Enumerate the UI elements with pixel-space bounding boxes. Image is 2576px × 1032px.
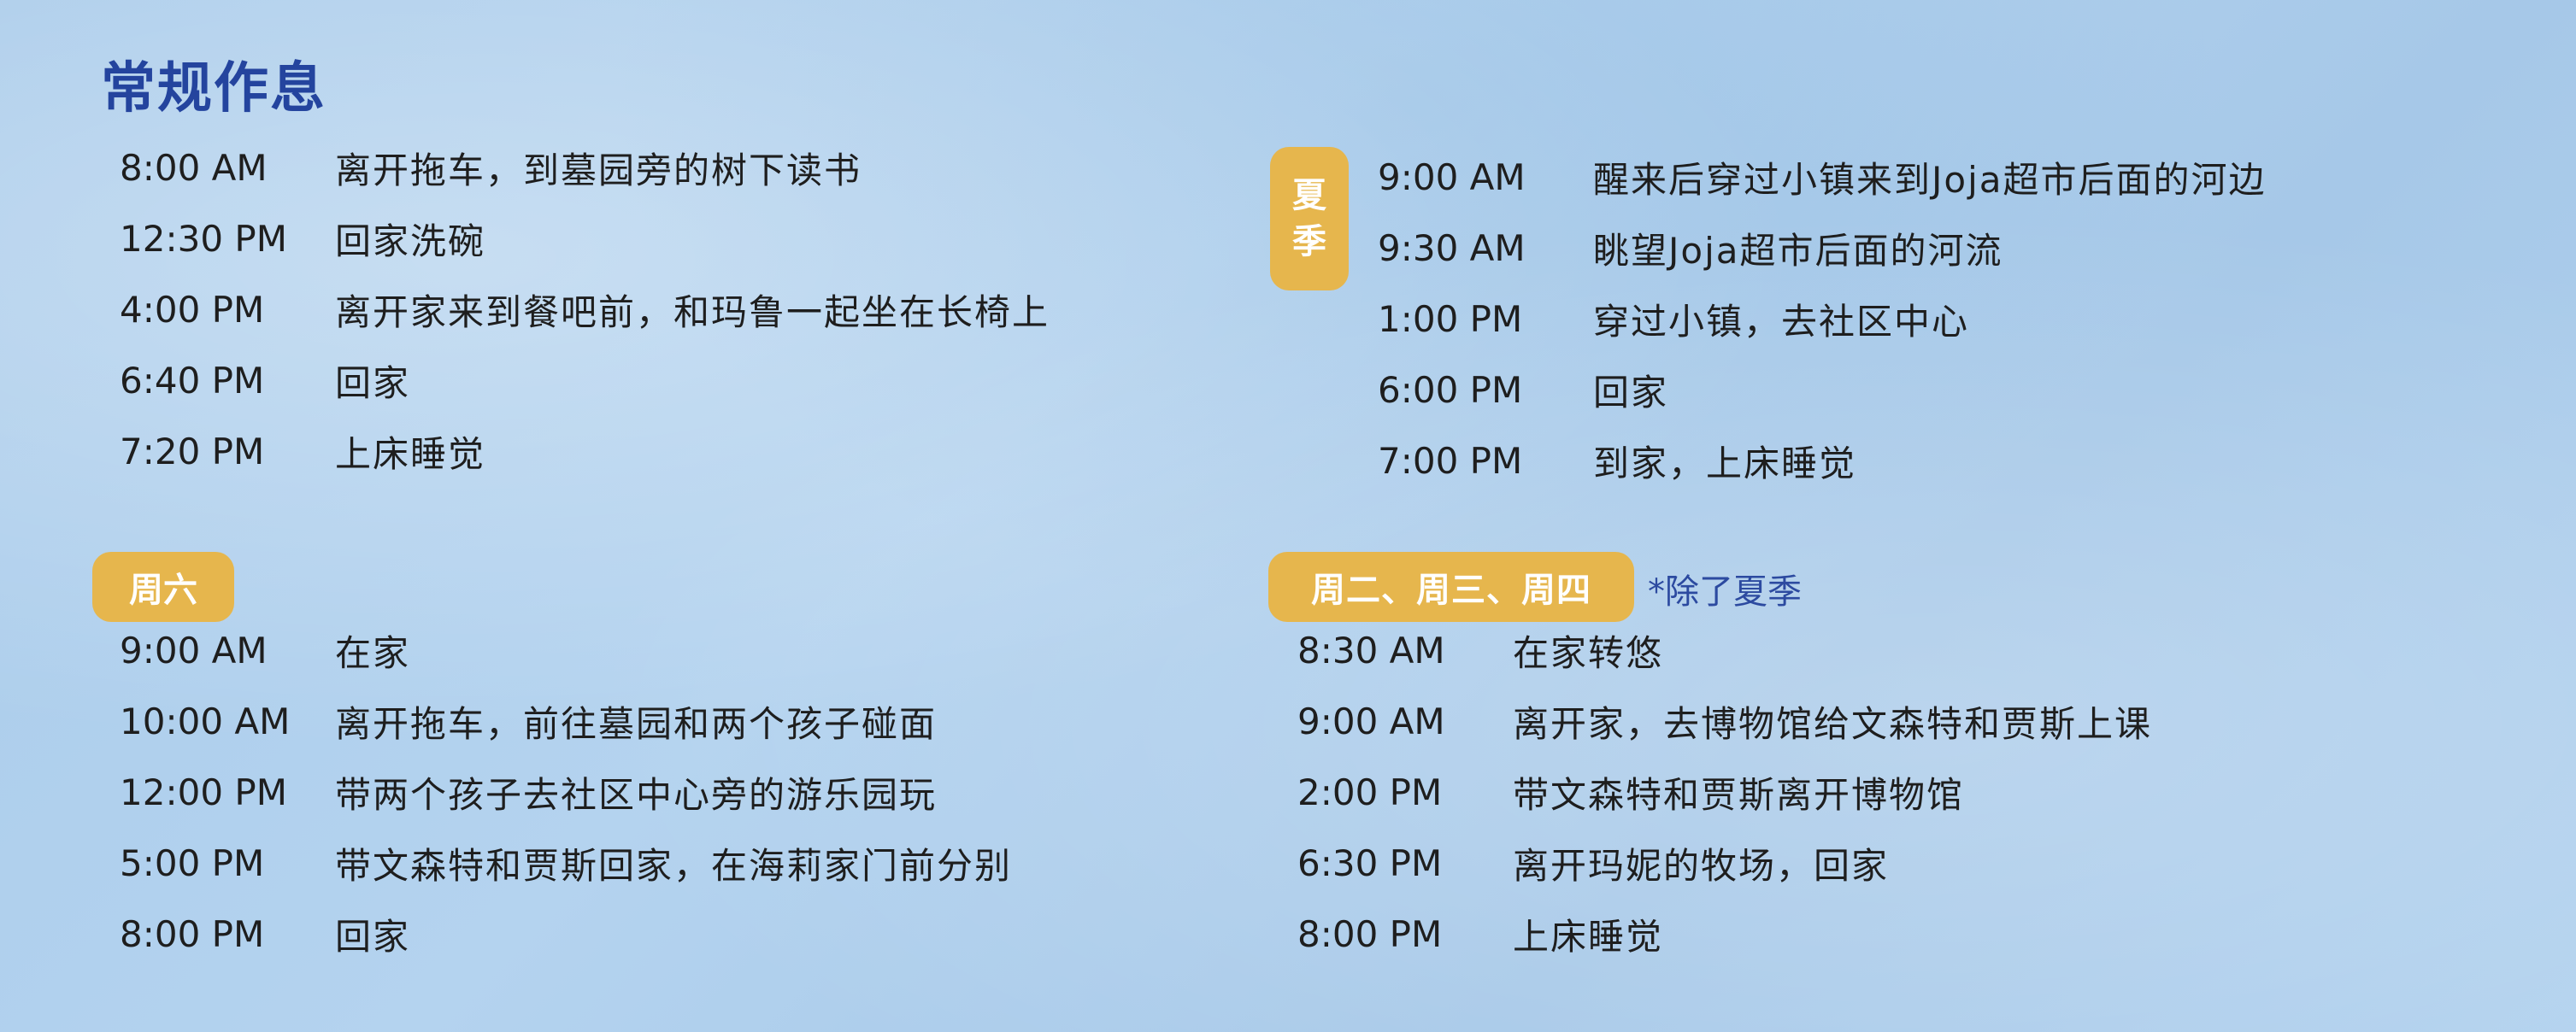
schedule-time: 6:40 PM xyxy=(120,360,265,402)
summer-schedule: 9:00 AM 醒来后穿过小镇来到Joja超市后面的河边 9:30 AM 眺望J… xyxy=(1378,142,2267,496)
schedule-row: 9:00 AM 离开家，去博物馆给文森特和贾斯上课 xyxy=(1297,686,2152,757)
schedule-time: 9:30 AM xyxy=(1378,227,1526,269)
schedule-activity: 到家，上床睡觉 xyxy=(1593,443,1857,484)
schedule-row: 7:00 PM 到家，上床睡觉 xyxy=(1378,425,2267,496)
schedule-time: 8:00 PM xyxy=(1297,913,1443,955)
schedule-row: 2:00 PM 带文森特和贾斯离开博物馆 xyxy=(1297,757,2152,828)
schedule-row: 4:00 PM 离开家来到餐吧前，和玛鲁一起坐在长椅上 xyxy=(120,274,1050,345)
schedule-activity: 离开拖车，前往墓园和两个孩子碰面 xyxy=(335,703,938,745)
schedule-activity: 在家 xyxy=(335,632,411,674)
schedule-activity: 离开家，去博物馆给文森特和贾斯上课 xyxy=(1513,703,2153,745)
routine-schedule: 8:00 AM 离开拖车，到墓园旁的树下读书 12:30 PM 回家洗碗 4:0… xyxy=(120,132,1050,487)
schedule-activity: 上床睡觉 xyxy=(335,433,486,475)
schedule-row: 8:00 PM 上床睡觉 xyxy=(1297,899,2152,970)
summer-exception-note: *除了夏季 xyxy=(1648,572,1802,612)
schedule-time: 4:00 PM xyxy=(120,289,265,331)
saturday-schedule: 9:00 AM 在家 10:00 AM 离开拖车，前往墓园和两个孩子碰面 12:… xyxy=(120,615,1012,970)
schedule-time: 6:30 PM xyxy=(1297,842,1443,884)
schedule-row: 9:30 AM 眺望Joja超市后面的河流 xyxy=(1378,213,2267,284)
schedule-row: 12:00 PM 带两个孩子去社区中心旁的游乐园玩 xyxy=(120,757,1012,828)
schedule-row: 9:00 AM 在家 xyxy=(120,615,1012,686)
schedule-time: 7:20 PM xyxy=(120,431,265,472)
schedule-time: 12:30 PM xyxy=(120,218,287,260)
schedule-time: 8:00 AM xyxy=(120,147,268,189)
schedule-time: 9:00 AM xyxy=(120,630,268,671)
weekday-badge: 周二、周三、周四 xyxy=(1268,552,1634,622)
schedule-time: 12:00 PM xyxy=(120,771,287,813)
schedule-time: 6:00 PM xyxy=(1378,369,1523,411)
schedule-time: 9:00 AM xyxy=(1297,701,1445,742)
schedule-activity: 在家转悠 xyxy=(1513,632,1664,674)
schedule-activity: 带文森特和贾斯离开博物馆 xyxy=(1513,774,1965,816)
schedule-activity: 回家 xyxy=(335,916,411,958)
schedule-row: 12:30 PM 回家洗碗 xyxy=(120,203,1050,274)
schedule-activity: 带文森特和贾斯回家，在海莉家门前分别 xyxy=(335,845,1013,887)
weekday-schedule: 8:30 AM 在家转悠 9:00 AM 离开家，去博物馆给文森特和贾斯上课 2… xyxy=(1297,615,2152,970)
schedule-row: 6:30 PM 离开玛妮的牧场，回家 xyxy=(1297,828,2152,899)
schedule-activity: 离开玛妮的牧场，回家 xyxy=(1513,845,1890,887)
summer-badge-line2: 季 xyxy=(1292,222,1326,261)
schedule-activity: 醒来后穿过小镇来到Joja超市后面的河边 xyxy=(1593,159,2267,201)
summer-badge: 夏 季 xyxy=(1270,147,1349,290)
schedule-activity: 穿过小镇，去社区中心 xyxy=(1593,301,1970,343)
schedule-row: 9:00 AM 醒来后穿过小镇来到Joja超市后面的河边 xyxy=(1378,142,2267,213)
summer-badge-line1: 夏 xyxy=(1292,176,1326,215)
schedule-time: 8:30 AM xyxy=(1297,630,1445,671)
schedule-activity: 回家洗碗 xyxy=(335,220,486,262)
schedule-activity: 回家 xyxy=(335,362,411,404)
schedule-time: 7:00 PM xyxy=(1378,440,1523,482)
schedule-activity: 离开家来到餐吧前，和玛鲁一起坐在长椅上 xyxy=(335,291,1050,333)
schedule-row: 8:00 AM 离开拖车，到墓园旁的树下读书 xyxy=(120,132,1050,203)
schedule-row: 8:00 PM 回家 xyxy=(120,899,1012,970)
schedule-row: 6:00 PM 回家 xyxy=(1378,355,2267,425)
schedule-row: 8:30 AM 在家转悠 xyxy=(1297,615,2152,686)
schedule-activity: 离开拖车，到墓园旁的树下读书 xyxy=(335,150,862,191)
schedule-row: 5:00 PM 带文森特和贾斯回家，在海莉家门前分别 xyxy=(120,828,1012,899)
saturday-badge: 周六 xyxy=(92,552,234,622)
schedule-row: 10:00 AM 离开拖车，前往墓园和两个孩子碰面 xyxy=(120,686,1012,757)
schedule-activity: 回家 xyxy=(1593,372,1669,413)
schedule-time: 5:00 PM xyxy=(120,842,265,884)
schedule-row: 1:00 PM 穿过小镇，去社区中心 xyxy=(1378,284,2267,355)
page-title: 常规作息 xyxy=(101,57,326,120)
schedule-time: 1:00 PM xyxy=(1378,298,1523,340)
schedule-row: 7:20 PM 上床睡觉 xyxy=(120,416,1050,487)
schedule-activity: 带两个孩子去社区中心旁的游乐园玩 xyxy=(335,774,938,816)
schedule-activity: 上床睡觉 xyxy=(1513,916,1664,958)
schedule-activity: 眺望Joja超市后面的河流 xyxy=(1593,230,2003,272)
schedule-time: 2:00 PM xyxy=(1297,771,1443,813)
schedule-time: 9:00 AM xyxy=(1378,156,1526,198)
schedule-time: 8:00 PM xyxy=(120,913,265,955)
schedule-row: 6:40 PM 回家 xyxy=(120,345,1050,416)
schedule-time: 10:00 AM xyxy=(120,701,291,742)
